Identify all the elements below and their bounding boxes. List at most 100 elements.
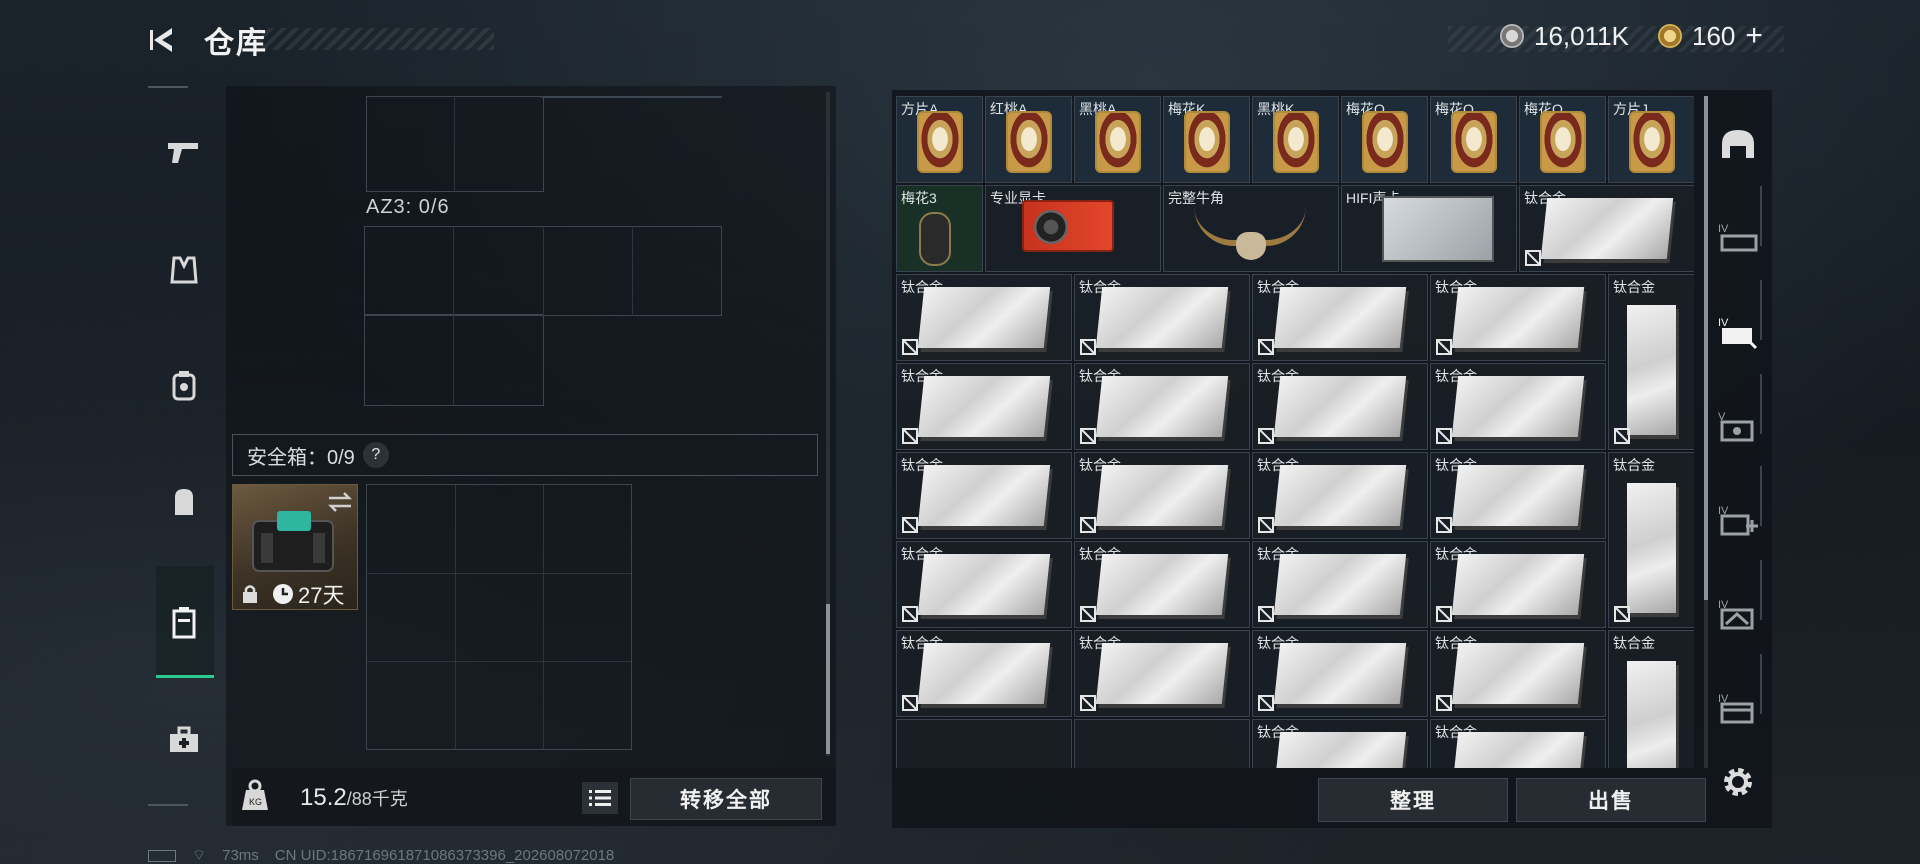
titanium-item[interactable]: 钛合金 bbox=[1430, 541, 1606, 628]
empty-slot[interactable] bbox=[1074, 719, 1250, 768]
card-image bbox=[1451, 111, 1497, 173]
svg-text:IV: IV bbox=[1718, 317, 1729, 329]
tools-icon[interactable]: IV bbox=[1712, 588, 1764, 640]
card-image bbox=[1095, 111, 1141, 173]
weapon-case-selected-icon[interactable]: IV bbox=[1712, 306, 1764, 358]
card-item[interactable]: 梅花Q bbox=[1519, 96, 1606, 183]
plate-image bbox=[1273, 554, 1407, 615]
no-entry-icon bbox=[1080, 517, 1096, 533]
backpack-icon[interactable] bbox=[156, 474, 212, 530]
titanium-item[interactable]: 钛合金 bbox=[1074, 363, 1250, 450]
no-entry-icon bbox=[902, 428, 918, 444]
plate-image bbox=[1451, 376, 1585, 437]
plate-image bbox=[1095, 376, 1229, 437]
help-icon[interactable]: ? bbox=[362, 442, 389, 468]
left-scrollbar-thumb[interactable] bbox=[826, 604, 830, 754]
titanium-item[interactable]: 钛合金 bbox=[1252, 630, 1428, 717]
card-item[interactable]: 梅花Q bbox=[1341, 96, 1428, 183]
no-entry-icon bbox=[902, 339, 918, 355]
plate-image bbox=[1451, 554, 1585, 615]
key-fob-image bbox=[919, 212, 951, 266]
settings-icon[interactable] bbox=[1712, 756, 1764, 808]
warehouse-grid: 方片A 红桃A 黑桃A 梅花K 黑桃K 梅花Q 梅花Q 梅花Q 方片J 梅花3 专业显卡 完整牛角 HI… bbox=[896, 96, 1694, 768]
card-item[interactable]: 红桃A bbox=[985, 96, 1072, 183]
sell-button[interactable]: 出售 bbox=[1516, 778, 1706, 822]
titanium-item[interactable]: 钛合金 bbox=[896, 363, 1072, 450]
list-view-button[interactable] bbox=[582, 782, 618, 814]
no-entry-icon bbox=[1080, 339, 1096, 355]
gpu-item[interactable]: 专业显卡 bbox=[985, 185, 1161, 272]
equipment-icon[interactable]: V bbox=[1712, 400, 1764, 452]
titanium-item[interactable]: 钛合金 bbox=[1430, 719, 1606, 768]
titanium-item[interactable]: 钛合金 bbox=[1430, 452, 1606, 539]
titanium-item[interactable]: 钛合金 bbox=[1430, 630, 1606, 717]
titanium-item[interactable]: 钛合金 bbox=[1430, 363, 1606, 450]
medical-case-icon[interactable]: IV bbox=[1712, 494, 1764, 546]
keycard-item[interactable]: 梅花3 bbox=[896, 185, 983, 272]
empty-slot[interactable] bbox=[896, 719, 1072, 768]
card-image bbox=[1184, 111, 1230, 173]
card-item[interactable]: 梅花K bbox=[1163, 96, 1250, 183]
rail-divider bbox=[148, 86, 188, 88]
titanium-item[interactable]: 钛合金 bbox=[1252, 452, 1428, 539]
transfer-all-button[interactable]: 转移全部 bbox=[630, 778, 822, 820]
card-item[interactable]: 方片A bbox=[896, 96, 983, 183]
card-item[interactable]: 方片J bbox=[1608, 96, 1694, 183]
titanium-item[interactable]: 钛合金 bbox=[1074, 630, 1250, 717]
titanium-item[interactable]: 钛合金 bbox=[1074, 274, 1250, 361]
titanium-item[interactable]: 钛合金 bbox=[1252, 274, 1428, 361]
back-arrow-icon[interactable] bbox=[148, 24, 180, 56]
rail-divider bbox=[148, 804, 188, 806]
organize-button[interactable]: 整理 bbox=[1318, 778, 1508, 822]
safebox-icon[interactable] bbox=[156, 594, 212, 650]
no-entry-icon bbox=[1436, 606, 1452, 622]
titanium-item[interactable]: 钛合金 bbox=[1519, 185, 1694, 272]
titanium-item-vertical[interactable]: 钛合金 bbox=[1608, 630, 1694, 768]
az3-grid bbox=[364, 226, 722, 406]
plate-image bbox=[1451, 287, 1585, 348]
horn-item[interactable]: 完整牛角 bbox=[1163, 185, 1339, 272]
plate-image bbox=[1273, 376, 1407, 437]
page-title: 仓库 bbox=[204, 27, 268, 60]
safebox-label: 安全箱：0/9 bbox=[247, 446, 355, 469]
weapon-case-icon[interactable]: IV bbox=[1712, 212, 1764, 264]
titanium-item[interactable]: 钛合金 bbox=[1252, 363, 1428, 450]
plate-image bbox=[917, 376, 1051, 437]
plate-image bbox=[917, 465, 1051, 526]
titanium-item[interactable]: 钛合金 bbox=[1074, 452, 1250, 539]
folder-icon[interactable]: IV bbox=[1712, 682, 1764, 734]
titanium-item[interactable]: 钛合金 bbox=[896, 541, 1072, 628]
titanium-item[interactable]: 钛合金 bbox=[1252, 541, 1428, 628]
az3-label: AZ3: 0/6 bbox=[366, 196, 450, 218]
right-scrollbar-thumb[interactable] bbox=[1704, 96, 1708, 600]
uid-text: CN UID:1867169618710863733​96_2026080720… bbox=[274, 847, 615, 864]
card-item[interactable]: 黑桃A bbox=[1074, 96, 1161, 183]
armor-icon[interactable] bbox=[156, 358, 212, 414]
no-entry-icon bbox=[1258, 339, 1274, 355]
item-name: 梅花3 bbox=[901, 190, 937, 206]
no-entry-icon bbox=[1614, 606, 1630, 622]
no-entry-icon bbox=[1436, 517, 1452, 533]
titanium-item[interactable]: 钛合金 bbox=[896, 452, 1072, 539]
helmet-icon[interactable] bbox=[1712, 118, 1764, 170]
item-name: 钛合金 bbox=[1613, 635, 1655, 651]
titanium-item[interactable]: 钛合金 bbox=[1430, 274, 1606, 361]
add-currency-icon[interactable]: + bbox=[1745, 19, 1763, 53]
sound-card-image bbox=[1382, 196, 1494, 262]
plate-image bbox=[1095, 643, 1229, 704]
vest-icon[interactable] bbox=[156, 242, 212, 298]
pistol-icon[interactable] bbox=[156, 124, 212, 180]
currency-secondary[interactable]: 160 + bbox=[1658, 18, 1763, 54]
titanium-item[interactable]: 钛合金 bbox=[1252, 719, 1428, 768]
sound-card-item[interactable]: HIFI声卡 bbox=[1341, 185, 1517, 272]
item-name: 钛合金 bbox=[1613, 279, 1655, 295]
titanium-item[interactable]: 钛合金 bbox=[1074, 541, 1250, 628]
titanium-item-vertical[interactable]: 钛合金 bbox=[1608, 452, 1694, 628]
card-item[interactable]: 黑桃K bbox=[1252, 96, 1339, 183]
titanium-item[interactable]: 钛合金 bbox=[896, 630, 1072, 717]
titanium-item-vertical[interactable]: 钛合金 bbox=[1608, 274, 1694, 450]
medkit-icon[interactable] bbox=[156, 712, 212, 768]
titanium-item[interactable]: 钛合金 bbox=[896, 274, 1072, 361]
swap-icon[interactable] bbox=[327, 491, 353, 513]
card-item[interactable]: 梅花Q bbox=[1430, 96, 1517, 183]
